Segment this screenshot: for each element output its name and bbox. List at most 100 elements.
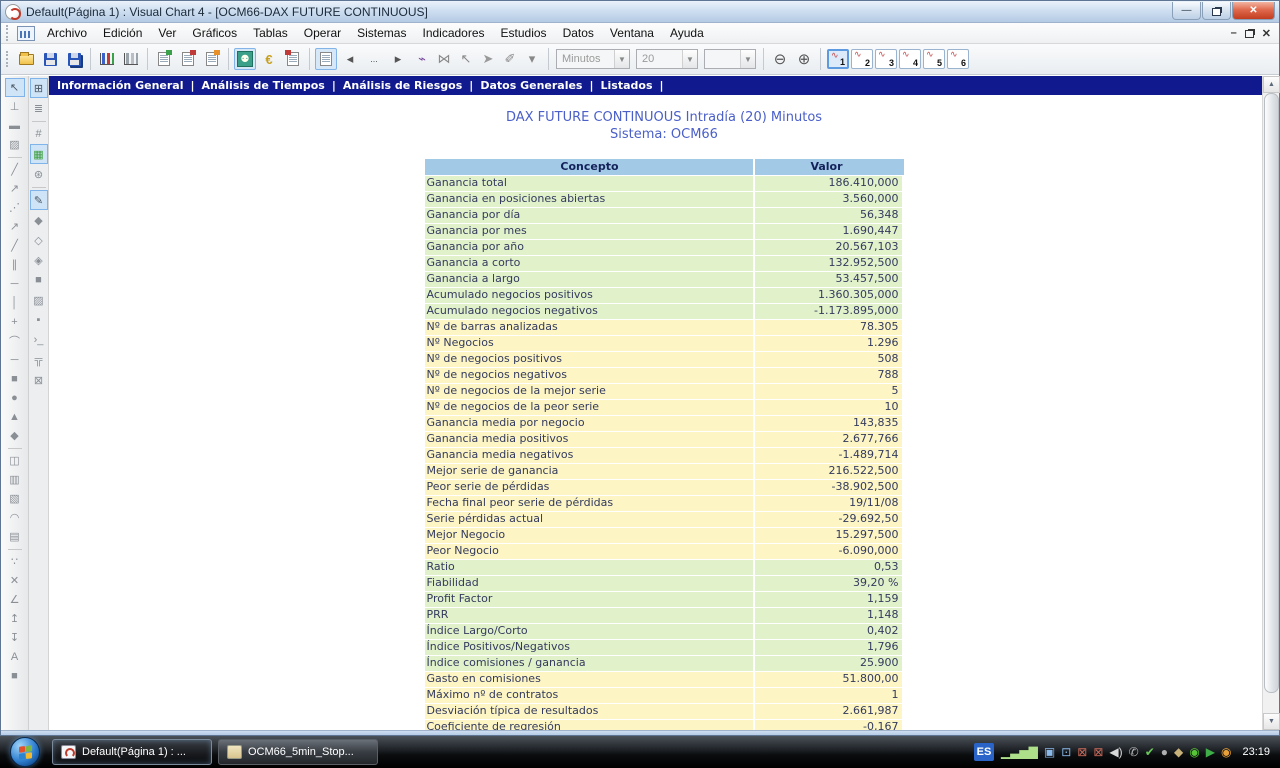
mdi-close-button[interactable]: ✕ (1262, 27, 1271, 40)
chart-window-4[interactable]: 4 (899, 49, 921, 69)
scrollbar-thumb[interactable] (1264, 93, 1279, 693)
sync-icon[interactable]: ▶ (1206, 746, 1215, 758)
wireless-monitor-icon[interactable]: ▣ (1044, 746, 1055, 758)
zoom-in-button[interactable]: ⊕ (793, 48, 815, 70)
nav-back-button[interactable]: ◂ (339, 48, 361, 70)
square-solid-tool[interactable]: ■ (30, 270, 48, 290)
square-hatch-tool[interactable]: ▨ (30, 290, 48, 310)
arrow-line-tool[interactable]: ↗ (5, 217, 25, 236)
scroll-down-icon[interactable]: ▼ (1263, 713, 1280, 730)
chart-window-1[interactable]: 1 (827, 49, 849, 69)
chart-disabled-button[interactable] (120, 48, 142, 70)
close-box-tool[interactable]: ⊠ (30, 370, 48, 390)
units-dropdown[interactable]: ▼ (704, 49, 756, 69)
arrow-down-tool[interactable]: ↧ (5, 628, 25, 647)
gann-tool[interactable]: ▧ (5, 489, 25, 508)
open-button[interactable] (15, 48, 37, 70)
arc-tool[interactable]: ⌒ (5, 331, 25, 350)
menu-item[interactable]: Ayuda (662, 24, 712, 42)
volume-icon[interactable]: ◀) (1109, 746, 1122, 758)
device-alert-icon[interactable]: ✆ (1129, 746, 1139, 758)
chart-window-3[interactable]: 3 (875, 49, 897, 69)
page-orange-button[interactable] (201, 48, 223, 70)
nav-tab[interactable]: Análisis de Tiempos (202, 79, 325, 92)
menu-item[interactable]: Gráficos (184, 24, 245, 42)
new-chart-button[interactable] (96, 48, 118, 70)
menu-item[interactable]: Datos (555, 24, 602, 42)
arrow-up-tool[interactable]: ↥ (5, 609, 25, 628)
window-layout-tool[interactable]: ⊞ (29, 78, 48, 98)
scroll-up-icon[interactable]: ▲ (1263, 76, 1280, 93)
hatch-rect-tool[interactable]: ▨ (5, 135, 25, 154)
diagonal-line-tool[interactable]: ╱ (5, 160, 25, 179)
grid-lines-tool[interactable]: ▥ (5, 470, 25, 489)
compression-dropdown[interactable]: 20 ▼ (636, 49, 698, 69)
calendar-button[interactable] (282, 48, 304, 70)
monitor-icon[interactable]: ⊡ (1061, 746, 1071, 758)
filled-square-tool[interactable]: ■ (5, 666, 25, 685)
data-window-icon[interactable]: ⌁ (411, 48, 433, 70)
draw-pointer-tool[interactable]: ✎ (29, 190, 48, 210)
console-tool[interactable]: ›_ (30, 330, 48, 350)
status-green-icon[interactable]: ◉ (1189, 746, 1199, 758)
hline2-tool[interactable]: ─ (5, 350, 25, 369)
nav-tab[interactable]: Datos Generales (480, 79, 582, 92)
pointer-tool-icon[interactable]: ↖ (455, 48, 477, 70)
select-tool[interactable]: ↖ (4, 78, 25, 97)
triangle-tool[interactable]: ▲ (5, 407, 25, 426)
text-tool[interactable]: A (5, 647, 25, 666)
nav-tab[interactable]: Análisis de Riesgos (343, 79, 462, 92)
close-button[interactable]: ✕ (1232, 2, 1275, 20)
square-dark-tool[interactable]: ▪ (30, 310, 48, 330)
signal-strength-icon[interactable]: ▁▃▅▇ (1001, 746, 1038, 758)
angle-tool[interactable]: ∠ (5, 590, 25, 609)
grid-tool[interactable]: # (30, 124, 48, 144)
period-dropdown[interactable]: Minutos ▼ (556, 49, 630, 69)
diamond-dotted-tool[interactable]: ◇ (30, 230, 48, 250)
maximize-button[interactable] (1202, 2, 1231, 20)
pointer-fill-icon[interactable]: ➤ (477, 48, 499, 70)
toolbar-grip[interactable] (6, 51, 10, 67)
document-icon[interactable] (17, 25, 35, 41)
rectangle-tool[interactable]: ■ (5, 369, 25, 388)
toolbar-grip[interactable] (6, 25, 10, 41)
bar-tool[interactable]: ▬ (5, 116, 25, 135)
save-all-button[interactable] (63, 48, 85, 70)
menu-item[interactable]: Ver (150, 24, 184, 42)
nav-more-button[interactable]: ... (363, 48, 385, 70)
menu-item[interactable]: Ventana (602, 24, 662, 42)
network-disconnected-icon[interactable]: ⊠ (1077, 746, 1087, 758)
nav-forward-button[interactable]: ▸ (387, 48, 409, 70)
broker-button[interactable]: € (258, 48, 280, 70)
pen-tool-icon[interactable]: ✐ (499, 48, 521, 70)
mdi-restore-button[interactable] (1244, 30, 1254, 38)
menu-item[interactable]: Indicadores (414, 24, 492, 42)
trend-line-tool[interactable]: ↗ (5, 179, 25, 198)
tree-tool[interactable]: ╦ (30, 350, 48, 370)
radio-signal-icon[interactable]: ◉ (1221, 746, 1231, 758)
page-green-button[interactable] (153, 48, 175, 70)
zoom-out-button[interactable]: ⊖ (769, 48, 791, 70)
crossed-chart-icon[interactable]: ⋈ (433, 48, 455, 70)
sphere-icon[interactable]: ● (1161, 746, 1168, 758)
diamond-link-tool[interactable]: ◈ (30, 250, 48, 270)
pen-dropdown-icon[interactable]: ▾ (521, 48, 543, 70)
page-red-button[interactable] (177, 48, 199, 70)
menu-item[interactable]: Sistemas (349, 24, 414, 42)
chart-window-5[interactable]: 5 (923, 49, 945, 69)
vertical-scrollbar[interactable]: ▲ ▼ (1262, 76, 1280, 730)
dotted-line-tool[interactable]: ⋰ (5, 198, 25, 217)
layers-tool[interactable]: ≣ (30, 98, 48, 118)
network-disconnected2-icon[interactable]: ⊠ (1093, 746, 1103, 758)
horizontal-line-tool[interactable]: ─ (5, 274, 25, 293)
cycle-lines-tool[interactable]: ◫ (5, 451, 25, 470)
segment-tool[interactable]: ╱ (5, 236, 25, 255)
diamond-solid-tool[interactable]: ◆ (30, 210, 48, 230)
chart-window-6[interactable]: 6 (947, 49, 969, 69)
menu-item[interactable]: Edición (95, 24, 150, 42)
green-grid-tool[interactable]: ▦ (29, 144, 48, 164)
globe-tool[interactable]: ⊛ (30, 164, 48, 184)
start-button[interactable] (10, 737, 40, 767)
minimize-button[interactable]: — (1172, 2, 1201, 20)
crossed-lines-tool[interactable]: ✕ (5, 571, 25, 590)
